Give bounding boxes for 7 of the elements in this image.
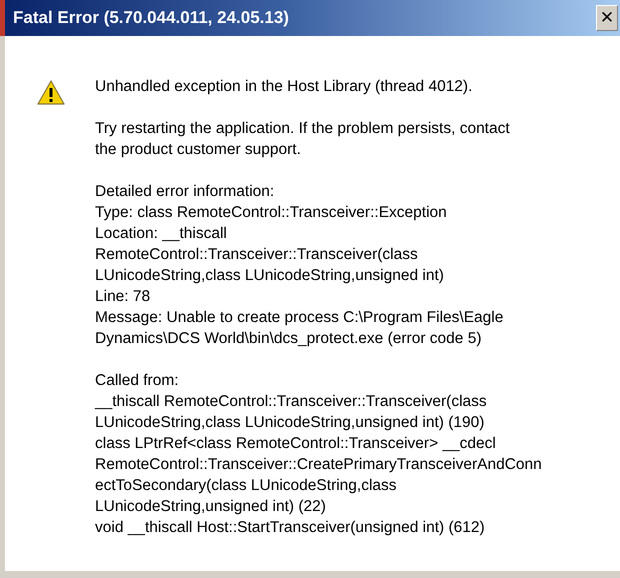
message-paragraph: Detailed error information: Type: class RemoteControl::Transceiver::Exception Location: __thiscall RemoteControl::Transceiver::Transceiver(class LUnicodeString,class LUnicodeString,unsigned int) Line: 78 Message: Unable to create process C:\Program Files\Eagle Dynamics\DCS World\bin\dcs_protect.exe (error code 5) <box>95 182 504 349</box>
message-paragraph: Called from: __thiscall RemoteControl::Transceiver::Transceiver(class LUnicodeString,class LUnicodeString,unsigned int) (190) class LPtrRef<class RemoteControl::Transceiver> __cdecl RemoteControl::Transceiver::CreatePrimaryTransceiverAndConn ectToSecondary(class LUnicodeString,class LUnicodeString,unsigned int) (22) void __thiscall Host::StartTransceiver(unsigned int) (612) <box>95 371 542 538</box>
window-title: Fatal Error (5.70.044.011, 24.05.13) <box>13 8 289 28</box>
message-paragraph: Try restarting the application. If the problem persists, contact the product customer support. <box>95 119 511 160</box>
warning-icon <box>37 80 65 105</box>
close-button[interactable]: ✕ <box>596 5 618 31</box>
message-paragraph: Unhandled exception in the Host Library (thread 4012). <box>95 77 474 97</box>
